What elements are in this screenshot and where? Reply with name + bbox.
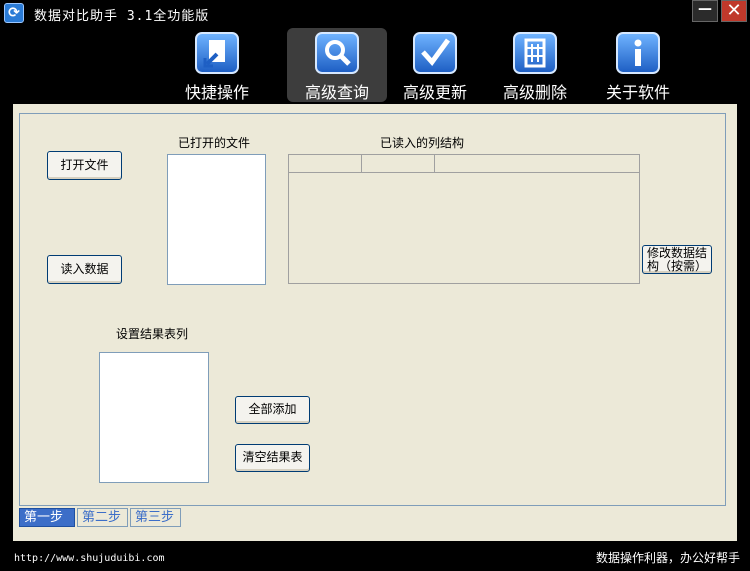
toolbar-quick-operations[interactable]: 快捷操作 [167,28,267,102]
clear-result-button[interactable]: 清空结果表 [235,444,310,472]
website-url: http://www.shujuduibi.com [14,553,165,564]
modify-structure-button[interactable]: 修改数据结构（按需） [642,245,712,274]
grid-header-cell[interactable] [362,155,435,173]
toolbar-about[interactable]: 关于软件 [588,28,688,102]
open-file-button[interactable]: 打开文件 [47,151,122,180]
main-toolbar: 快捷操作 高级查询 高级更新 高级删除 关于软件 [0,26,750,104]
toolbar-label: 高级删除 [502,83,567,102]
result-columns-label: 设置结果表列 [116,327,189,341]
minimize-button[interactable]: — [692,0,718,22]
client-area: 打开文件 读入数据 已打开的文件 已读入的列结构 修改数据结构（按需） 设置结果… [13,104,737,541]
opened-files-list[interactable] [167,154,266,285]
step-panel: 打开文件 读入数据 已打开的文件 已读入的列结构 修改数据结构（按需） 设置结果… [19,113,726,506]
toolbar-advanced-query[interactable]: 高级查询 [287,28,387,102]
tab-step-3[interactable]: 第三步 [130,508,181,527]
toolbar-label: 高级更新 [402,83,467,102]
toolbar-label: 关于软件 [605,83,670,102]
grid-header-cell[interactable] [289,155,362,173]
tab-step-2[interactable]: 第二步 [77,508,128,527]
app-icon: ⟳ [4,3,24,23]
result-columns-list[interactable] [99,352,209,483]
status-bar: http://www.shujuduibi.com 数据操作利器，办公好帮手 [0,541,750,571]
toolbar-label: 高级查询 [304,83,369,102]
document-arrow-icon [195,32,239,74]
toolbar-advanced-delete[interactable]: 高级删除 [485,28,585,102]
title-bar: ⟳ 数据对比助手 3.1全功能版 — ✕ [0,0,750,26]
toolbar-label: 快捷操作 [184,83,249,102]
info-icon [616,32,660,74]
columns-label: 已读入的列结构 [380,136,465,150]
window-title: 数据对比助手 3.1全功能版 [34,9,210,24]
close-button[interactable]: ✕ [721,0,747,22]
magnifier-icon [315,32,359,74]
opened-files-label: 已打开的文件 [178,136,251,150]
grid-header [289,155,639,173]
tab-step-1[interactable]: 第一步 [19,508,75,527]
columns-grid[interactable] [288,154,640,284]
status-slogan: 数据操作利器，办公好帮手 [596,551,741,565]
read-data-button[interactable]: 读入数据 [47,255,122,284]
add-all-button[interactable]: 全部添加 [235,396,310,424]
checkmark-icon [413,32,457,74]
toolbar-advanced-update[interactable]: 高级更新 [385,28,485,102]
trash-icon [513,32,557,74]
